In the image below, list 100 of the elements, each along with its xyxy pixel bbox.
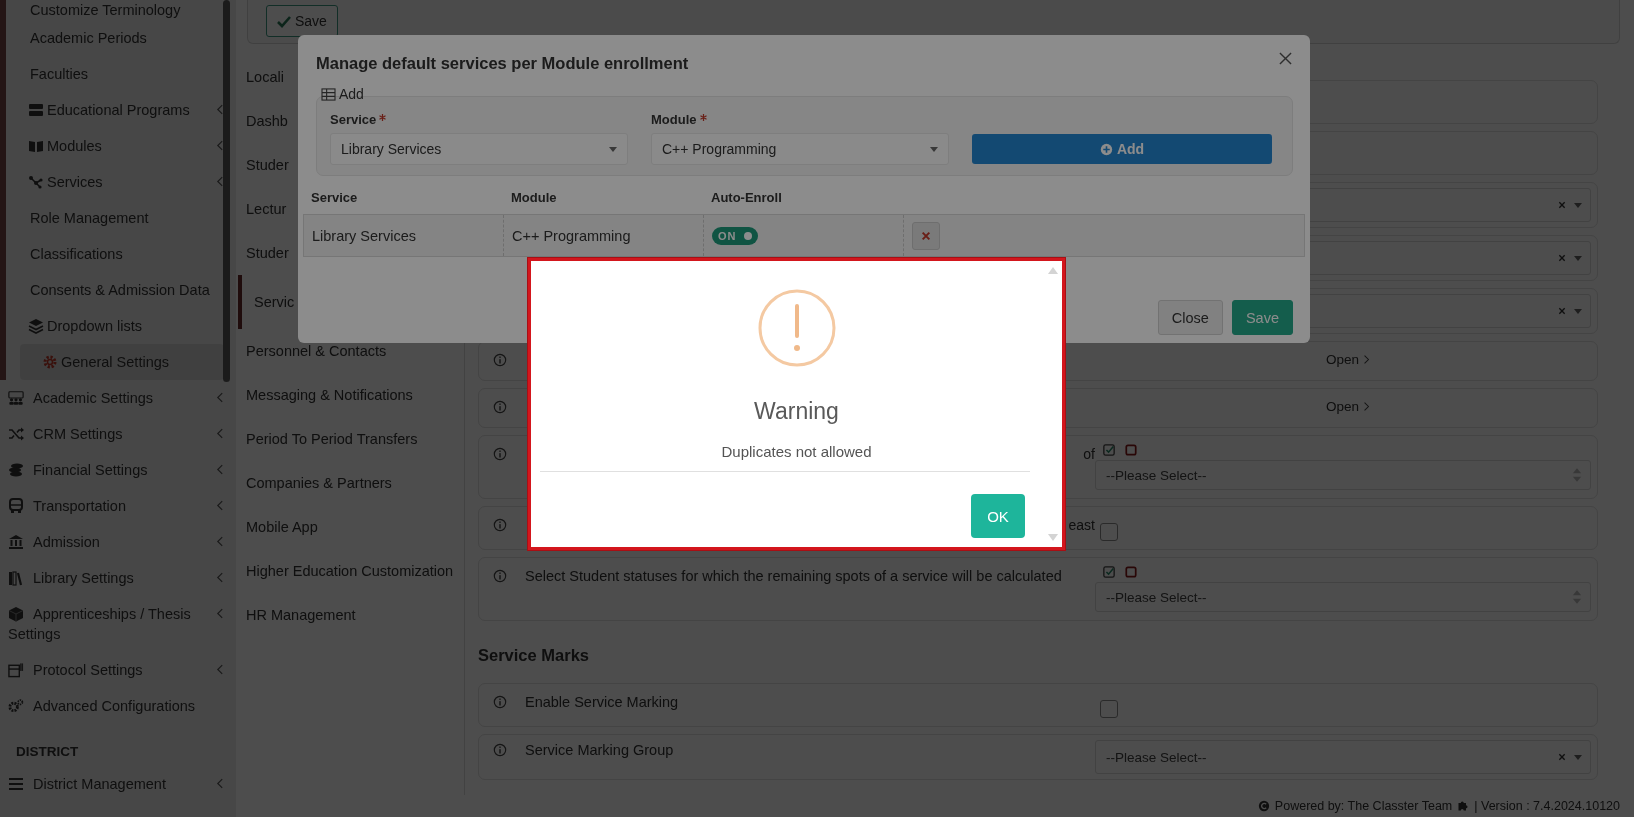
- books-icon: [8, 570, 24, 586]
- section-legend: Add: [339, 85, 364, 103]
- field-label: Module: [651, 111, 697, 129]
- coins-icon: [8, 462, 24, 478]
- sidebar-item[interactable]: Admission: [0, 524, 236, 560]
- sidebar-item[interactable]: Consents & Admission Data: [6, 272, 236, 308]
- chevron-right-icon: [1363, 354, 1371, 365]
- dropdown-field[interactable]: Library Services: [330, 133, 628, 165]
- table-cell: C++ Programming: [512, 227, 631, 244]
- sidebar-item[interactable]: Financial Settings: [0, 452, 236, 488]
- clear-icon[interactable]: [1558, 753, 1566, 761]
- clear-icon[interactable]: [1558, 307, 1566, 315]
- sidebar-item[interactable]: Dropdown lists: [6, 308, 236, 344]
- check-square-icon[interactable]: [1103, 444, 1115, 456]
- square-icon[interactable]: [1125, 444, 1137, 456]
- nav-item[interactable]: Companies & Partners: [236, 461, 464, 505]
- sidebar-item[interactable]: Educational Programs: [6, 92, 236, 128]
- select-field[interactable]: --Please Select--: [1095, 740, 1591, 774]
- nav-item[interactable]: HR Management: [236, 593, 464, 637]
- chevron-right-icon: [1363, 401, 1371, 412]
- check-square-icon[interactable]: [1103, 566, 1115, 578]
- caret-icon: [1574, 255, 1582, 261]
- save-button[interactable]: Save: [1231, 300, 1293, 335]
- x-icon: [921, 230, 931, 241]
- checkbox[interactable]: [1100, 523, 1118, 541]
- plus-circle-icon: [1099, 142, 1113, 156]
- people-icon: [8, 390, 24, 406]
- dropdown-field[interactable]: C++ Programming: [651, 133, 949, 165]
- section-heading: Service Marks: [478, 645, 590, 665]
- server-icon: [28, 102, 44, 118]
- sidebar-item[interactable]: Protocol Settings: [0, 652, 236, 688]
- caret-icon: [1574, 202, 1582, 208]
- square-icon[interactable]: [1125, 566, 1137, 578]
- clear-icon[interactable]: [1558, 201, 1566, 209]
- scrollbar[interactable]: [223, 0, 230, 382]
- setting-label: Enable Service Marking: [525, 693, 680, 712]
- menu-icon: [8, 776, 24, 792]
- calendar-icon: [8, 662, 24, 678]
- scroll-arrow-icon: [1048, 267, 1058, 274]
- nav-item[interactable]: Period To Period Transfers: [236, 417, 464, 461]
- gears-icon: [8, 698, 24, 714]
- toggle-switch[interactable]: ON: [712, 226, 758, 245]
- table-cell: Library Services: [312, 227, 416, 244]
- setting-label: of: [1083, 445, 1095, 464]
- sidebar-item[interactable]: Modules: [6, 128, 236, 164]
- close-icon[interactable]: [1279, 52, 1292, 65]
- field-label: Service: [330, 111, 377, 129]
- sidebar-item[interactable]: Academic Periods: [6, 20, 236, 56]
- caret-icon: [1574, 308, 1582, 314]
- sidebar-item[interactable]: Transportation: [0, 488, 236, 524]
- layers-icon: [28, 318, 44, 334]
- copyright-icon: [1257, 800, 1270, 812]
- multiselect-field[interactable]: --Please Select--: [1095, 460, 1591, 490]
- table-icon: [321, 87, 336, 101]
- checkbox[interactable]: [1100, 700, 1118, 718]
- nav-item[interactable]: Higher Education Customization: [236, 549, 464, 593]
- caret-icon: [930, 146, 938, 152]
- section-heading: DISTRICT: [15, 743, 80, 761]
- sidebar-item[interactable]: Role Management: [6, 200, 236, 236]
- sidebar-item[interactable]: Library Settings: [0, 560, 236, 596]
- column-header: Auto-Enroll: [710, 189, 783, 207]
- close-button[interactable]: Close: [1157, 300, 1223, 335]
- add-button[interactable]: Add: [972, 134, 1272, 164]
- sidebar-item[interactable]: Services: [6, 164, 236, 200]
- cube-icon: [8, 606, 24, 622]
- delete-button[interactable]: [912, 221, 940, 250]
- caret-icon: [1574, 754, 1582, 760]
- version-text: | Version : 7.4.2024.10120: [1474, 799, 1620, 813]
- multiselect-field[interactable]: --Please Select--: [1095, 582, 1591, 612]
- sidebar-item[interactable]: District Management: [0, 766, 236, 802]
- open-link[interactable]: Open: [1326, 399, 1371, 414]
- sidebar-item[interactable]: Apprenticeships / Thesis Settings: [0, 596, 236, 652]
- setting-label: east: [1068, 516, 1095, 535]
- save-button[interactable]: Save: [266, 5, 338, 37]
- sidebar-item[interactable]: Classifications: [6, 236, 236, 272]
- network-icon: [28, 174, 44, 190]
- bus-icon: [8, 498, 24, 514]
- setting-label: Select Student statuses for which the remaining spots of a service will be calculated: [525, 567, 1063, 586]
- alert-title: Warning: [754, 397, 839, 426]
- sidebar-item[interactable]: Advanced Configurations: [0, 688, 236, 724]
- nav-item[interactable]: Messaging & Notifications: [236, 373, 464, 417]
- shuffle-icon: [8, 426, 24, 442]
- scroll-arrow-icon: [1048, 534, 1058, 541]
- book-icon: [28, 138, 44, 154]
- sidebar-item[interactable]: Academic Settings: [0, 380, 236, 416]
- sidebar-item[interactable]: CRM Settings: [0, 416, 236, 452]
- clear-icon[interactable]: [1558, 254, 1566, 262]
- sidebar-item[interactable]: Faculties: [6, 56, 236, 92]
- caret-icon: [609, 146, 617, 152]
- ok-button[interactable]: OK: [971, 494, 1025, 538]
- open-link[interactable]: Open: [1326, 352, 1371, 367]
- column-header: Service: [310, 189, 359, 207]
- powered-by-text: Powered by: The Classter Team: [1274, 799, 1453, 813]
- warning-icon: [756, 288, 837, 368]
- bank-icon: [8, 534, 24, 550]
- puzzle-icon: [1457, 800, 1470, 812]
- setting-label: Service Marking Group: [525, 741, 675, 760]
- nav-item[interactable]: Mobile App: [236, 505, 464, 549]
- gear-icon: [42, 354, 58, 370]
- alert-message: Duplicates not allowed: [721, 442, 872, 462]
